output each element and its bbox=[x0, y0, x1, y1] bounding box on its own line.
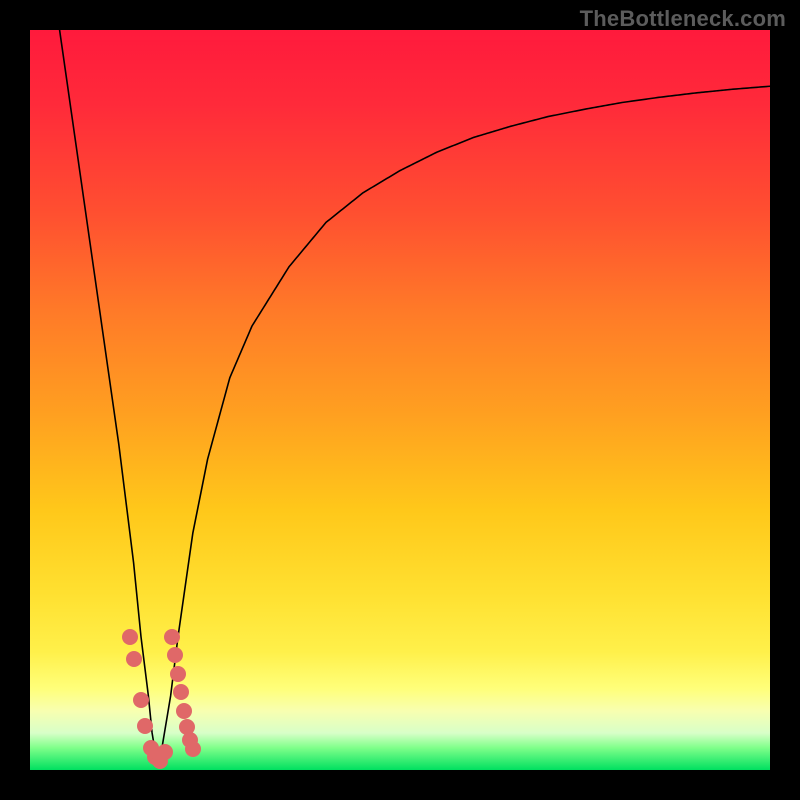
data-marker bbox=[173, 684, 189, 700]
data-marker bbox=[133, 692, 149, 708]
data-marker bbox=[157, 744, 173, 760]
data-marker bbox=[167, 647, 183, 663]
data-marker bbox=[170, 666, 186, 682]
data-marker bbox=[185, 741, 201, 757]
watermark-text: TheBottleneck.com bbox=[580, 6, 786, 32]
plot-area bbox=[30, 30, 770, 770]
data-marker bbox=[126, 651, 142, 667]
data-marker bbox=[164, 629, 180, 645]
chart-stage: TheBottleneck.com bbox=[0, 0, 800, 800]
data-marker bbox=[137, 718, 153, 734]
data-marker bbox=[176, 703, 192, 719]
bottleneck-curve bbox=[60, 30, 770, 763]
data-marker bbox=[122, 629, 138, 645]
